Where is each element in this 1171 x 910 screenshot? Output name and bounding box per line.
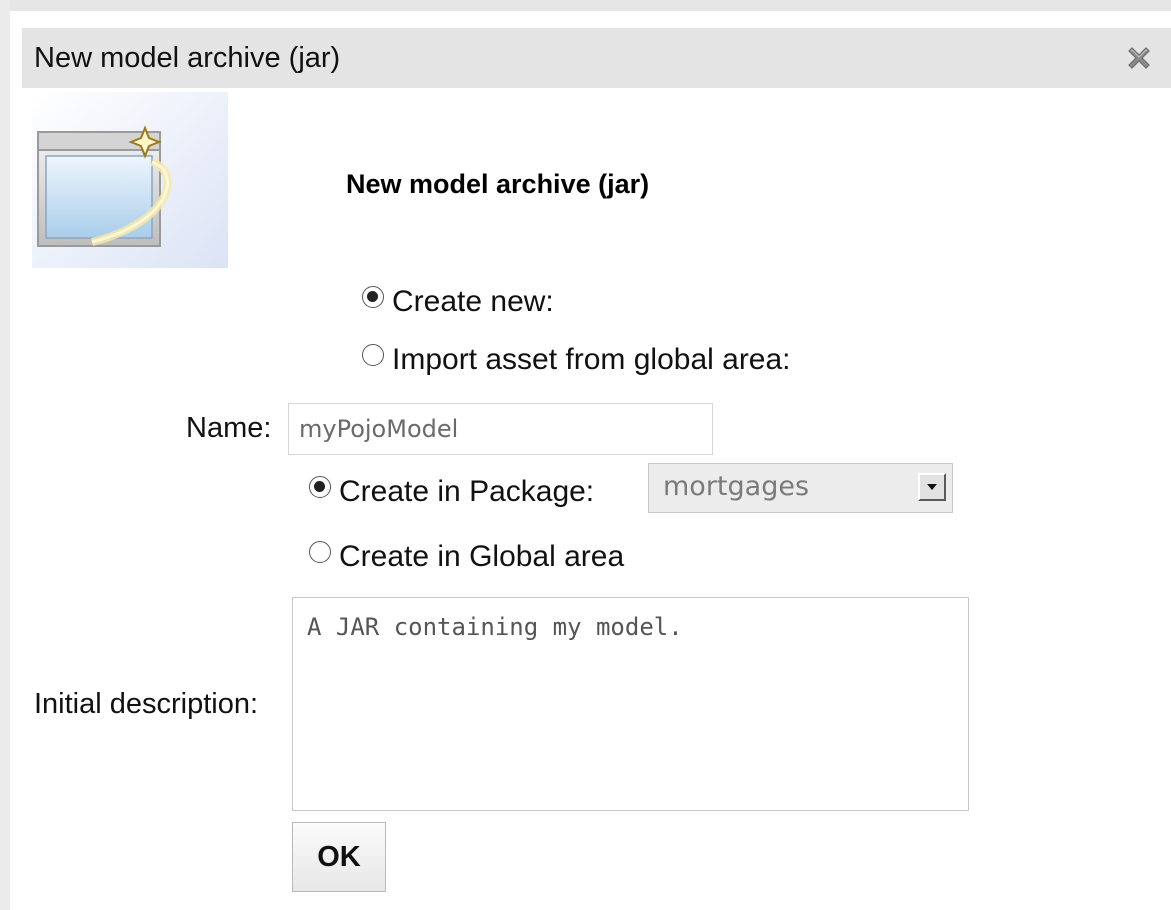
close-icon[interactable] [1123, 42, 1155, 74]
dialog-titlebar[interactable]: New model archive (jar) [22, 28, 1171, 88]
create-in-package-label: Create in Package: [339, 475, 595, 508]
create-new-option[interactable]: Create new: [362, 285, 554, 319]
import-global-option[interactable]: Import asset from global area: [362, 343, 791, 377]
create-in-global-label: Create in Global area [339, 540, 625, 573]
create-in-package-radio[interactable] [309, 476, 331, 498]
description-textarea[interactable]: A JAR containing my model. [292, 597, 969, 811]
import-global-label: Import asset from global area: [392, 343, 791, 376]
package-select[interactable]: mortgages [648, 463, 953, 513]
new-window-wizard-icon [32, 92, 228, 268]
name-label: Name: [186, 412, 272, 444]
create-in-global-radio[interactable] [309, 541, 331, 563]
window-left-edge [0, 0, 10, 910]
create-new-radio[interactable] [362, 286, 384, 308]
dialog-window: New model archive (jar) New model archiv… [0, 0, 1171, 910]
description-label: Initial description: [34, 688, 259, 720]
header-title: New model archive (jar) [346, 169, 650, 199]
name-input[interactable]: myPojoModel [288, 403, 713, 455]
create-new-label: Create new: [392, 285, 554, 318]
import-global-radio[interactable] [362, 344, 384, 366]
chevron-down-icon[interactable] [918, 473, 946, 501]
create-in-package-option[interactable]: Create in Package: [309, 475, 594, 509]
create-in-global-option[interactable]: Create in Global area [309, 540, 624, 574]
dialog-title: New model archive (jar) [34, 42, 341, 74]
window-top-edge [0, 0, 1171, 11]
package-select-value: mortgages [663, 471, 810, 502]
ok-button[interactable]: OK [292, 822, 386, 892]
